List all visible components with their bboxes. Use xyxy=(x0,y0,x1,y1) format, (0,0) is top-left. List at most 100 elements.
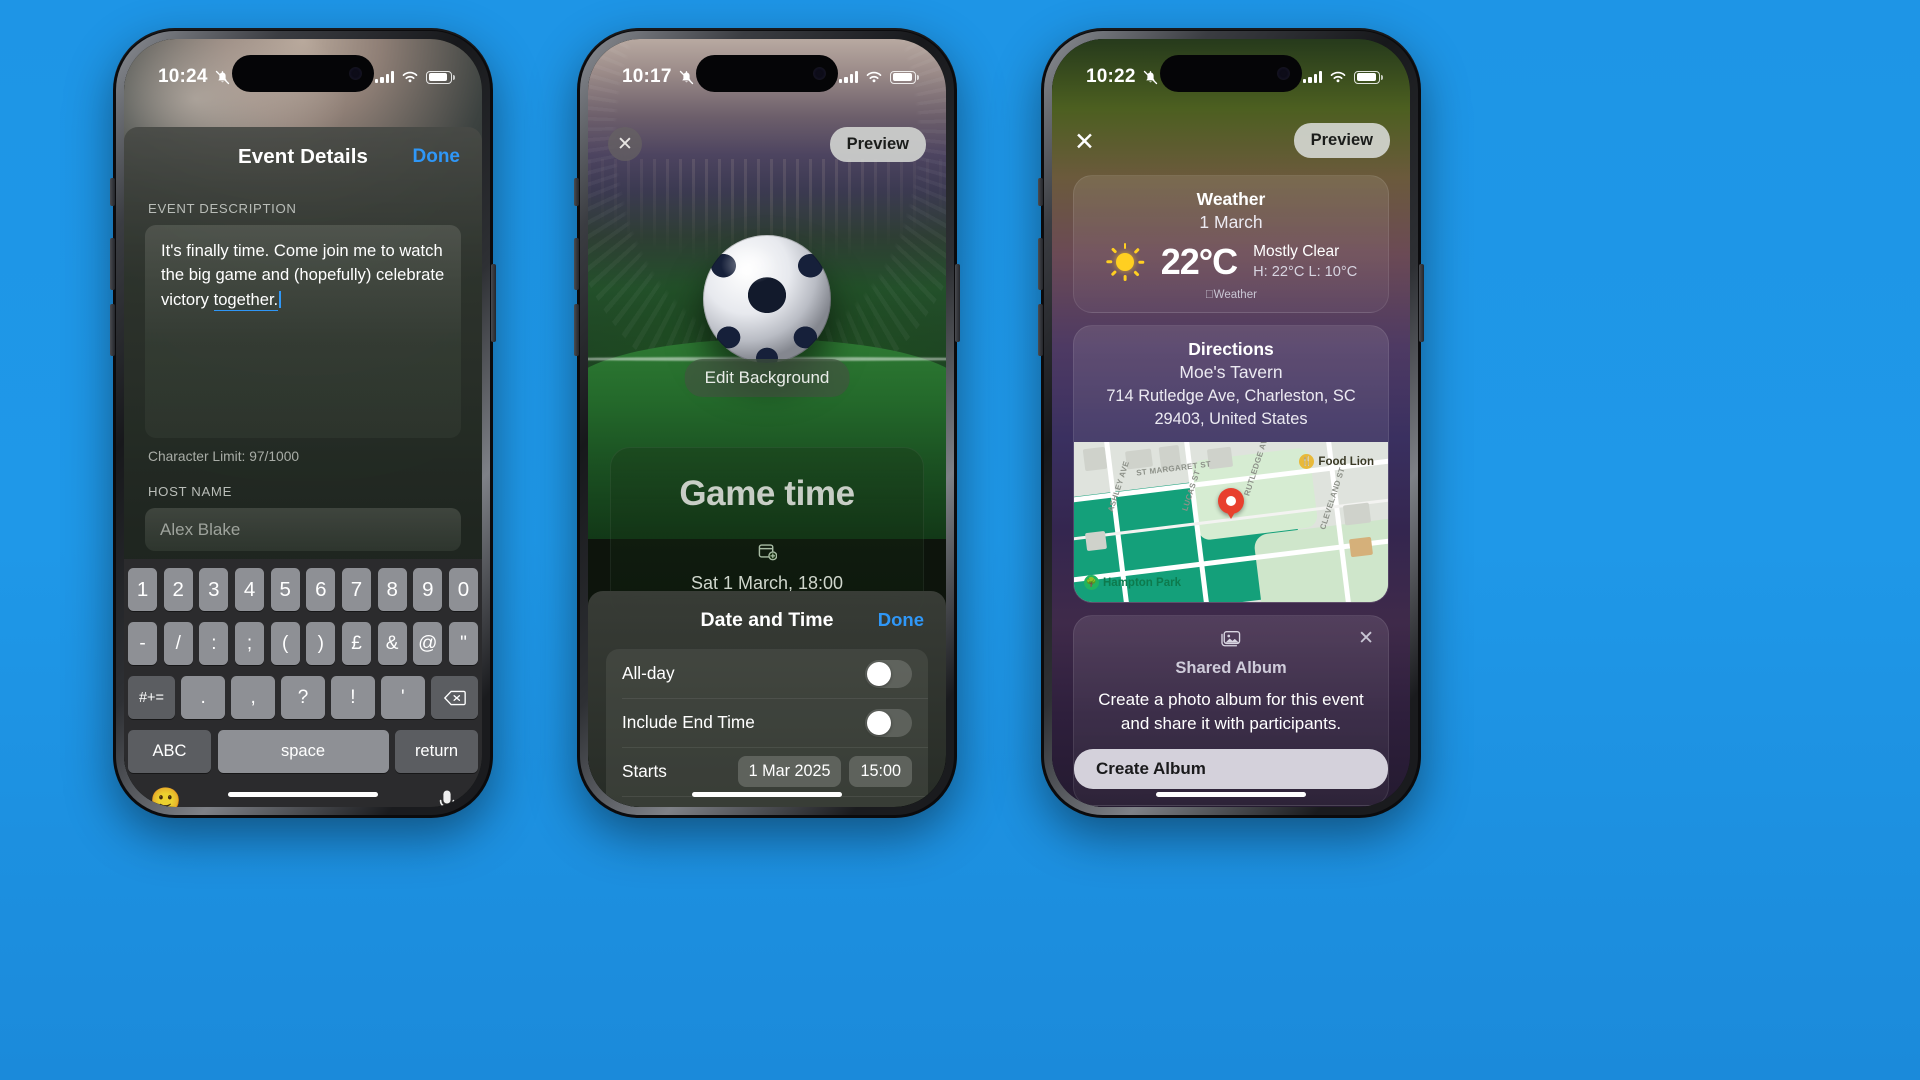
onscreen-keyboard[interactable]: 1 2 3 4 5 6 7 8 9 0 - / : ; () £ & @ " … xyxy=(124,559,482,807)
key-paren-close[interactable]: ) xyxy=(306,622,336,665)
calendar-add-icon xyxy=(758,542,777,566)
power-button[interactable] xyxy=(491,264,496,342)
silent-switch[interactable] xyxy=(1038,178,1043,206)
key-apostrophe[interactable]: ' xyxy=(381,676,425,719)
home-indicator[interactable] xyxy=(692,792,842,797)
preview-button[interactable]: Preview xyxy=(829,127,926,162)
key-delete-icon[interactable] xyxy=(431,676,479,719)
wifi-icon xyxy=(402,71,418,83)
screenshot-canvas: 1 0:24 Event Details Done EVENT DESCRIPTI… xyxy=(0,0,1920,1080)
volume-up-button[interactable] xyxy=(1038,238,1043,290)
wifi-icon xyxy=(866,71,882,83)
shared-album-header: ✕ xyxy=(1074,616,1388,656)
key-7[interactable]: 7 xyxy=(341,568,372,611)
key-quote[interactable]: " xyxy=(448,622,479,665)
directions-card[interactable]: Directions Moe's Tavern 714 Rutledge Ave… xyxy=(1073,325,1389,604)
home-indicator[interactable] xyxy=(1156,792,1306,797)
key-question[interactable]: ? xyxy=(281,676,325,719)
key-0[interactable]: 0 xyxy=(448,568,479,611)
photos-icon xyxy=(1220,629,1242,652)
status-time: 10:22 xyxy=(1086,66,1136,87)
key-exclamation[interactable]: ! xyxy=(331,676,375,719)
power-button[interactable] xyxy=(1419,264,1424,342)
weather-attribution: Weather xyxy=(1074,285,1388,312)
phone-2-date-time: 10:17 ✕ Preview Edit Background Game tim… xyxy=(574,28,960,818)
starts-time-picker[interactable]: 15:00 xyxy=(849,756,912,787)
shared-album-title: Shared Album xyxy=(1175,659,1287,678)
close-button[interactable]: ✕ xyxy=(1074,127,1095,157)
create-album-button[interactable]: Create Album xyxy=(1074,749,1388,790)
key-2[interactable]: 2 xyxy=(163,568,193,611)
all-day-toggle[interactable] xyxy=(865,659,912,688)
event-cards-scroll[interactable]: Weather 1 March 22°C Mostly Clear H: 22°… xyxy=(1052,175,1410,807)
key-pound[interactable]: £ xyxy=(341,622,372,665)
key-slash[interactable]: / xyxy=(163,622,193,665)
key-8[interactable]: 8 xyxy=(377,568,407,611)
preview-button[interactable]: Preview xyxy=(1293,123,1390,158)
volume-down-button[interactable] xyxy=(110,304,115,356)
volume-down-button[interactable] xyxy=(1038,304,1043,356)
row-include-end-time[interactable]: Include End Time xyxy=(606,698,928,747)
row-starts[interactable]: Starts 1 Mar 2025 15:00 xyxy=(606,747,928,796)
key-abc[interactable]: ABC xyxy=(128,730,211,773)
key-period[interactable]: . xyxy=(181,676,225,719)
bell-slash-icon xyxy=(215,70,229,84)
volume-up-button[interactable] xyxy=(110,238,115,290)
row-ends[interactable]: Ends None xyxy=(606,796,928,807)
done-button[interactable]: Done xyxy=(413,146,461,168)
weather-card[interactable]: Weather 1 March 22°C Mostly Clear H: 22°… xyxy=(1073,175,1389,313)
key-4[interactable]: 4 xyxy=(234,568,265,611)
close-icon: ✕ xyxy=(617,133,633,155)
volume-down-button[interactable] xyxy=(574,304,579,356)
dynamic-island xyxy=(1160,55,1302,92)
key-semicolon[interactable]: ; xyxy=(234,622,265,665)
microphone-icon[interactable] xyxy=(438,789,456,808)
front-camera-icon xyxy=(349,67,362,80)
phone-3-screen: 10:22 ✕ Preview Weather 1 March 22°C Mos… xyxy=(1052,39,1410,807)
key-3[interactable]: 3 xyxy=(199,568,229,611)
silent-switch[interactable] xyxy=(110,178,115,206)
dismiss-shared-album-button[interactable]: ✕ xyxy=(1358,627,1374,650)
home-indicator[interactable] xyxy=(228,792,378,797)
include-end-time-label: Include End Time xyxy=(622,712,755,732)
key-space[interactable]: space xyxy=(217,730,389,773)
key-9[interactable]: 9 xyxy=(413,568,443,611)
key-ampersand[interactable]: & xyxy=(377,622,407,665)
event-description-input[interactable]: It's finally time. Come join me to watch… xyxy=(145,225,461,438)
keyboard-row-numbers: 1 2 3 4 5 6 7 8 9 0 xyxy=(127,568,479,611)
key-paren-open[interactable]: ( xyxy=(270,622,300,665)
key-6[interactable]: 6 xyxy=(306,568,336,611)
delete-icon xyxy=(443,690,466,705)
host-name-input[interactable]: Alex Blake xyxy=(145,508,461,551)
map-poi-food-lion[interactable]: 🍴 Food Lion xyxy=(1299,454,1374,470)
silent-switch[interactable] xyxy=(574,178,579,206)
close-button[interactable]: ✕ xyxy=(608,127,642,161)
row-all-day[interactable]: All-day xyxy=(606,649,928,698)
host-name-placeholder: Alex Blake xyxy=(160,519,241,539)
key-comma[interactable]: , xyxy=(231,676,275,719)
shared-album-card: ✕ Shared Album Create a photo album for … xyxy=(1073,615,1389,807)
front-camera-icon xyxy=(813,67,826,80)
include-end-time-toggle[interactable] xyxy=(865,708,912,737)
emoji-icon[interactable]: 🙂 xyxy=(150,787,181,807)
key-1[interactable]: 1 xyxy=(127,568,158,611)
key-hyphen[interactable]: - xyxy=(127,622,158,665)
key-at[interactable]: @ xyxy=(413,622,443,665)
key-symbols-toggle[interactable]: #+= xyxy=(127,676,175,719)
weather-title: Weather xyxy=(1196,189,1266,209)
key-5[interactable]: 5 xyxy=(270,568,300,611)
power-button[interactable] xyxy=(955,264,960,342)
edit-background-button[interactable]: Edit Background xyxy=(684,359,850,397)
done-button[interactable]: Done xyxy=(878,609,924,631)
starts-date-picker[interactable]: 1 Mar 2025 xyxy=(737,756,842,787)
map-preview[interactable]: ASHLEY AVE ST MARGARET ST RUTLEDGE AVE L… xyxy=(1074,442,1388,603)
weather-high-low: H: 22°C L: 10°C xyxy=(1253,263,1358,280)
keyboard-row-symbols: - / : ; ( ) £ & @ " xyxy=(127,622,479,665)
map-poi-hampton-park[interactable]: 🌳 Hampton Park xyxy=(1084,575,1181,591)
text-caret xyxy=(279,290,282,308)
keyboard-row-bottom: ABC space return xyxy=(128,730,478,773)
key-return[interactable]: return xyxy=(395,730,478,773)
key-colon[interactable]: : xyxy=(199,622,229,665)
poi-label: Hampton Park xyxy=(1103,576,1181,589)
volume-up-button[interactable] xyxy=(574,238,579,290)
